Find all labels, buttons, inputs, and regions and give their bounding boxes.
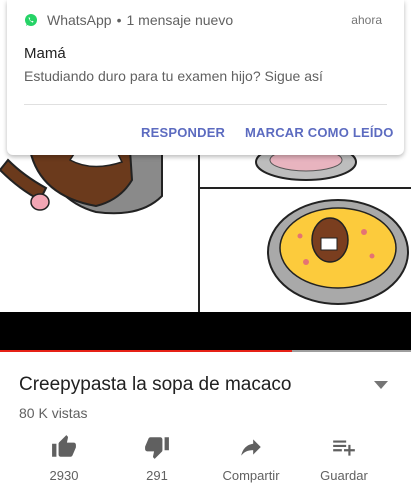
video-actions-bar: 2930 291 Compartir Guardar [0, 434, 411, 494]
playlist-add-icon [333, 440, 355, 456]
expand-description-icon[interactable] [374, 381, 388, 389]
mark-as-read-button[interactable]: MARCAR COMO LEÍDO [245, 125, 394, 140]
dislike-count: 291 [146, 468, 168, 483]
notification-message: Estudiando duro para tu examen hijo? Sig… [24, 68, 323, 84]
whatsapp-icon [24, 13, 38, 27]
video-progress-fill [0, 350, 292, 352]
notification-header: WhatsApp • 1 mensaje nuevo [24, 10, 233, 30]
share-label: Compartir [222, 468, 280, 483]
share-icon [241, 439, 261, 456]
notification-app-name: WhatsApp [47, 12, 112, 28]
video-progress-bar[interactable] [0, 350, 411, 352]
thumbs-up-icon [52, 435, 76, 457]
thumbs-down-icon [145, 437, 169, 459]
notification-sender: Mamá [24, 45, 66, 62]
whatsapp-notification[interactable]: WhatsApp • 1 mensaje nuevo ahora Mamá Es… [7, 0, 404, 155]
notification-separator: • [116, 12, 122, 28]
like-button[interactable]: 2930 [19, 434, 109, 494]
video-title: Creepypasta la sopa de macaco [19, 374, 292, 395]
like-count: 2930 [49, 468, 79, 483]
notification-time: ahora [351, 13, 382, 27]
notification-divider [24, 104, 387, 105]
dislike-button[interactable]: 291 [112, 434, 202, 494]
notification-subtitle: 1 mensaje nuevo [126, 12, 234, 28]
share-button[interactable]: Compartir [206, 434, 296, 494]
view-count: 80 K vistas [19, 405, 88, 421]
save-button[interactable]: Guardar [299, 434, 389, 494]
video-letterbox [0, 312, 411, 350]
reply-button[interactable]: RESPONDER [141, 125, 225, 140]
save-label: Guardar [320, 468, 368, 483]
